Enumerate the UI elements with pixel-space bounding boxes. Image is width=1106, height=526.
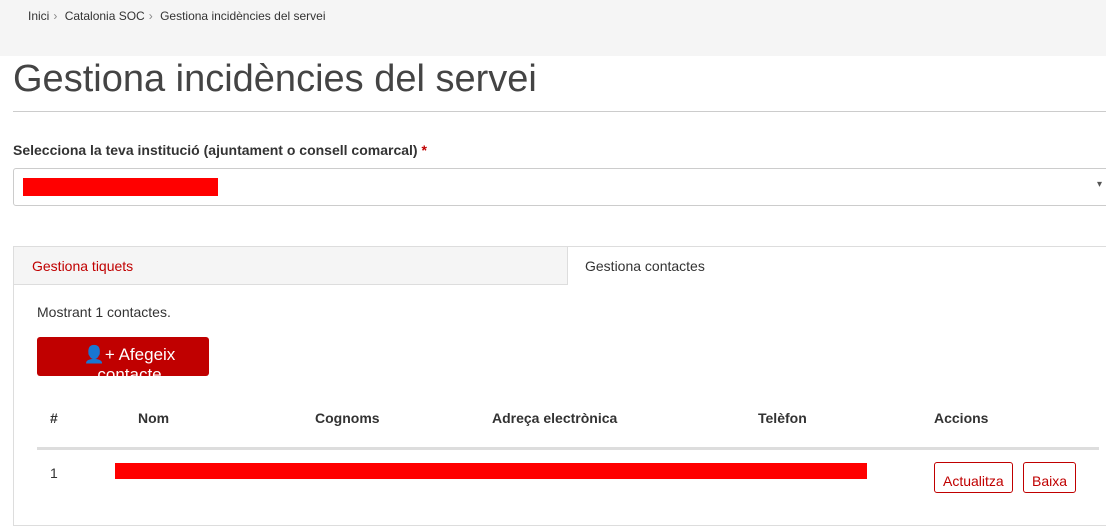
add-contact-button[interactable]: 👤+ Afegeix contacte [37,337,209,384]
required-mark: * [421,142,427,158]
chevron-right-icon: › [53,9,58,23]
chevron-down-icon: ▾ [1096,179,1102,190]
institution-label: Selecciona la teva institució (ajuntamen… [13,142,427,158]
col-accions: Accions [934,410,989,426]
col-email: Adreça electrònica [492,410,618,426]
col-cognoms: Cognoms [315,410,380,426]
user-plus-icon: 👤+ [83,345,115,364]
table-header-divider [37,447,1099,450]
tab-gestiona-tiquets[interactable]: Gestiona tiquets [14,247,568,285]
tab-gestiona-contactes[interactable]: Gestiona contactes [568,247,1106,285]
institution-label-text: Selecciona la teva institució (ajuntamen… [13,142,418,158]
col-index: # [50,410,58,426]
redacted-contact-data [115,463,867,479]
breadcrumb-catalonia-soc[interactable]: Catalonia SOC [65,9,145,23]
row-index: 1 [50,465,58,481]
divider [13,111,1106,112]
breadcrumb-home[interactable]: Inici [28,9,49,23]
page-title: Gestiona incidències del servei [13,58,537,100]
update-button[interactable]: Actualitza [934,462,1013,493]
delete-button[interactable]: Baixa [1023,462,1077,493]
col-nom: Nom [138,410,170,426]
breadcrumb: Inici › Catalonia SOC › Gestiona incidènci… [0,0,1106,56]
contacts-count: Mostrant 1 contactes. [37,304,171,320]
institution-select[interactable]: ▾ [13,168,1106,206]
col-telefon: Telèfon [758,410,807,426]
breadcrumb-current: Gestiona incidències del servei [160,9,326,23]
tabs-panel: Gestiona tiquets Gestiona contactes Most… [13,246,1106,526]
redacted-value [23,178,218,196]
chevron-right-icon: › [148,9,153,23]
